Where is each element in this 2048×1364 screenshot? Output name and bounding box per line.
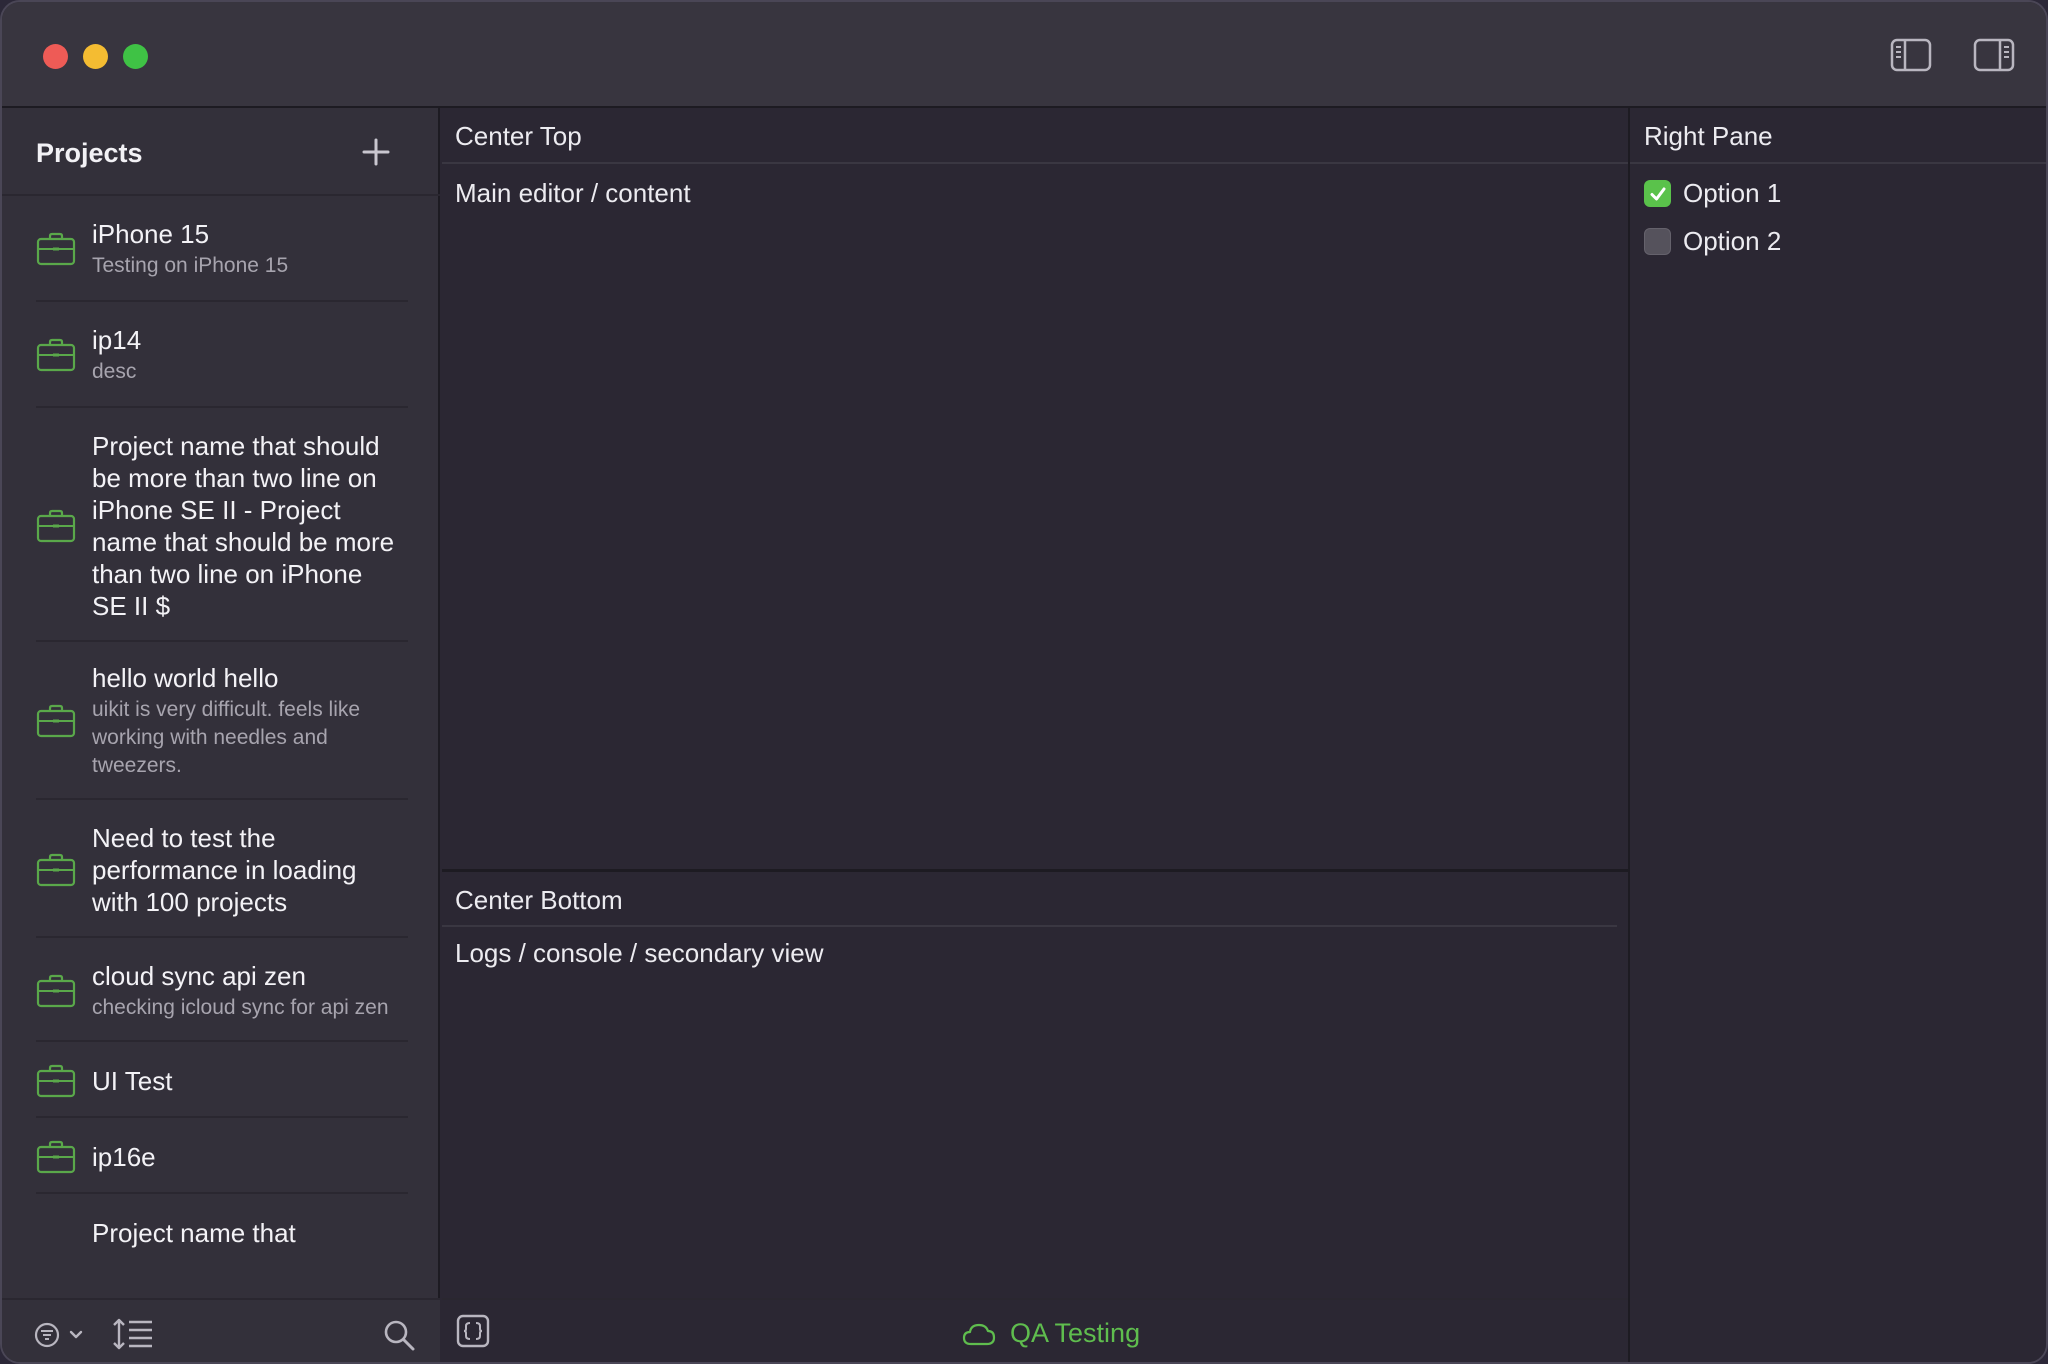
center-bottom-content[interactable]: Logs / console / secondary view [455,938,824,969]
close-window-button[interactable] [43,44,68,69]
briefcase-icon [36,974,76,1008]
option-2-label: Option 2 [1683,226,1782,256]
project-title: UI Test [92,1066,173,1096]
zoom-window-button[interactable] [123,44,148,69]
checkbox-unchecked-icon[interactable] [1644,228,1671,255]
project-title: Project name that [92,1218,296,1248]
center-bottom-header: Center Bottom [442,872,1617,927]
briefcase-icon [36,704,76,738]
minimize-window-button[interactable] [83,44,108,69]
briefcase-icon [36,509,76,543]
add-project-button[interactable] [360,136,392,168]
json-braces-button[interactable] [456,1314,490,1348]
center-top-header: Center Top [442,108,1628,164]
right-pane-header: Right Pane [1630,108,2046,164]
briefcase-icon [36,338,76,372]
right-pane-title: Right Pane [1644,121,1773,151]
project-description: Testing on iPhone 15 [92,254,289,277]
plus-icon [362,138,390,166]
project-list: iPhone 15 Testing on iPhone 15 ip14 desc Pro… [2,196,440,1284]
center-bottom-title: Center Bottom [455,885,623,915]
right-pane: Right Pane Option 1 Option 2 [1628,108,2046,1362]
project-title: ip16e [92,1142,156,1172]
app-window: Projects iPhone 15 Testing on iPhone 15 ip… [0,0,2048,1364]
project-title: Project name that should be more than tw… [92,431,395,621]
sidebar-left-icon [1890,38,1932,72]
filter-circle-icon [34,1322,83,1348]
titlebar [2,2,2046,108]
sidebar-header: Projects [2,108,440,196]
briefcase-icon [36,853,76,887]
project-list-item[interactable]: hello world hello uikit is very difficult… [36,642,408,800]
project-list-item[interactable]: ip14 desc [36,302,408,408]
curly-braces-icon [456,1314,490,1348]
search-button[interactable] [382,1318,416,1352]
project-description: desc [92,360,137,383]
sidebar-title: Projects [36,138,143,168]
project-list-item[interactable]: cloud sync api zen checking icloud sync f… [36,938,408,1042]
sidebar-right-icon [1973,38,2015,72]
option-2-checkbox[interactable]: Option 2 [1644,226,1781,257]
checkbox-checked-icon[interactable] [1644,180,1671,207]
center-footer: QA Testing [442,1298,1628,1362]
status-label: QA Testing [1010,1318,1141,1348]
briefcase-icon [36,232,76,266]
project-list-item[interactable]: Need to test the performance in loading … [36,800,408,938]
project-title: ip14 [92,325,142,355]
project-list-item[interactable]: UI Test [36,1042,408,1118]
project-list-item[interactable]: Project name that [36,1194,408,1260]
center-top-content[interactable]: Main editor / content [455,178,691,209]
option-1-checkbox[interactable]: Option 1 [1644,178,1781,209]
project-description: uikit is very difficult. feels like work… [92,698,361,777]
briefcase-icon [36,1064,76,1098]
cloud-icon [962,1323,996,1345]
project-title: hello world hello [92,663,279,693]
center-top-title: Center Top [455,121,582,151]
center-bottom-pane: Center Bottom Logs / console / secondary… [442,872,1628,1298]
briefcase-icon [36,1140,76,1174]
center-top-pane: Center Top Main editor / content [442,108,1628,872]
project-list-item[interactable]: iPhone 15 Testing on iPhone 15 [36,196,408,302]
toggle-left-sidebar-button[interactable] [1890,38,1932,72]
projects-sidebar: Projects iPhone 15 Testing on iPhone 15 ip… [2,108,440,1362]
sidebar-footer [2,1298,440,1362]
project-description: checking icloud sync for api zen [92,996,389,1019]
project-list-item[interactable]: ip16e [36,1118,408,1194]
project-title: Need to test the performance in loading … [92,823,357,917]
project-list-item[interactable]: Project name that should be more than tw… [36,408,408,642]
sync-status[interactable]: QA Testing [962,1318,1140,1349]
option-1-label: Option 1 [1683,178,1782,208]
search-icon [384,1320,415,1351]
project-title: cloud sync api zen [92,961,306,991]
sort-lines-icon [113,1318,152,1350]
filter-menu-button[interactable] [34,1320,86,1350]
toggle-right-sidebar-button[interactable] [1973,38,2015,72]
project-title: iPhone 15 [92,219,210,249]
sort-button[interactable] [112,1316,154,1352]
